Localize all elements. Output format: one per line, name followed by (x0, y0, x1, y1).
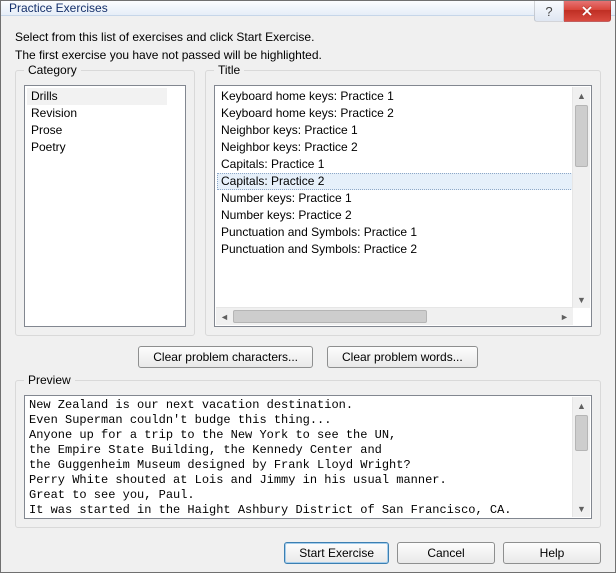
cancel-button[interactable]: Cancel (397, 542, 495, 564)
scroll-right-icon[interactable]: ► (556, 308, 573, 325)
list-item[interactable]: Prose (27, 122, 167, 139)
help-glyph: ? (545, 4, 552, 19)
preview-vertical-scrollbar[interactable]: ▲ ▼ (572, 397, 590, 517)
instruction-line-2: The first exercise you have not passed w… (15, 46, 601, 64)
instructions: Select from this list of exercises and c… (15, 28, 601, 64)
hscroll-track[interactable] (233, 308, 556, 325)
scroll-up-icon[interactable]: ▲ (573, 397, 590, 414)
category-group-label: Category (24, 63, 81, 77)
dialog-buttons-row: Start Exercise Cancel Help (15, 542, 601, 564)
scroll-up-icon[interactable]: ▲ (573, 87, 590, 104)
button-label: Start Exercise (299, 546, 374, 560)
button-label: Clear problem characters... (153, 350, 298, 364)
button-label: Clear problem words... (342, 350, 463, 364)
list-item[interactable]: Keyboard home keys: Practice 2 (217, 105, 573, 122)
title-horizontal-scrollbar[interactable]: ◄ ► (216, 307, 573, 325)
preview-group-label: Preview (24, 373, 75, 387)
title-listbox[interactable]: Keyboard home keys: Practice 1Keyboard h… (214, 85, 592, 327)
scroll-thumb[interactable] (575, 105, 588, 167)
list-item[interactable]: Poetry (27, 139, 167, 156)
practice-exercises-dialog: Practice Exercises ? Select from this li… (0, 0, 616, 573)
title-group-label: Title (214, 63, 244, 77)
button-label: Help (540, 546, 565, 560)
preview-text: New Zealand is our next vacation destina… (29, 398, 571, 518)
scroll-down-icon[interactable]: ▼ (573, 291, 590, 308)
title-group: Title Keyboard home keys: Practice 1Keyb… (205, 70, 601, 336)
preview-group: Preview New Zealand is our next vacation… (15, 380, 601, 528)
start-exercise-button[interactable]: Start Exercise (284, 542, 389, 564)
clear-problem-characters-button[interactable]: Clear problem characters... (138, 346, 313, 368)
titlebar: Practice Exercises ? (1, 1, 615, 16)
dialog-body: Select from this list of exercises and c… (1, 16, 615, 573)
help-button[interactable]: Help (503, 542, 601, 564)
help-icon[interactable]: ? (534, 1, 564, 22)
list-item[interactable]: Keyboard home keys: Practice 1 (217, 88, 573, 105)
list-item[interactable]: Number keys: Practice 2 (217, 207, 573, 224)
hscroll-thumb[interactable] (233, 310, 427, 323)
window-buttons: ? (534, 1, 611, 22)
clear-problem-words-button[interactable]: Clear problem words... (327, 346, 478, 368)
list-item[interactable]: Neighbor keys: Practice 1 (217, 122, 573, 139)
list-item[interactable]: Capitals: Practice 1 (217, 156, 573, 173)
list-item[interactable]: Neighbor keys: Practice 2 (217, 139, 573, 156)
scroll-down-icon[interactable]: ▼ (573, 500, 590, 517)
category-group: Category DrillsRevisionProsePoetry (15, 70, 195, 336)
preview-textbox[interactable]: New Zealand is our next vacation destina… (24, 395, 592, 519)
close-button[interactable] (564, 1, 611, 22)
list-item[interactable]: Punctuation and Symbols: Practice 1 (217, 224, 573, 241)
list-item[interactable]: Punctuation and Symbols: Practice 2 (217, 241, 573, 258)
window-title: Practice Exercises (9, 1, 108, 15)
lists-row: Category DrillsRevisionProsePoetry Title… (15, 70, 601, 336)
instruction-line-1: Select from this list of exercises and c… (15, 28, 601, 46)
scroll-thumb[interactable] (575, 415, 588, 451)
close-icon (581, 6, 593, 16)
list-item[interactable]: Number keys: Practice 1 (217, 190, 573, 207)
button-label: Cancel (427, 546, 464, 560)
list-item[interactable]: Capitals: Practice 2 (217, 173, 573, 190)
scroll-left-icon[interactable]: ◄ (216, 308, 233, 325)
list-item[interactable]: Drills (27, 88, 167, 105)
category-listbox[interactable]: DrillsRevisionProsePoetry (24, 85, 186, 327)
title-vertical-scrollbar[interactable]: ▲ ▼ (572, 87, 590, 308)
clear-buttons-row: Clear problem characters... Clear proble… (15, 346, 601, 368)
list-item[interactable]: Revision (27, 105, 167, 122)
